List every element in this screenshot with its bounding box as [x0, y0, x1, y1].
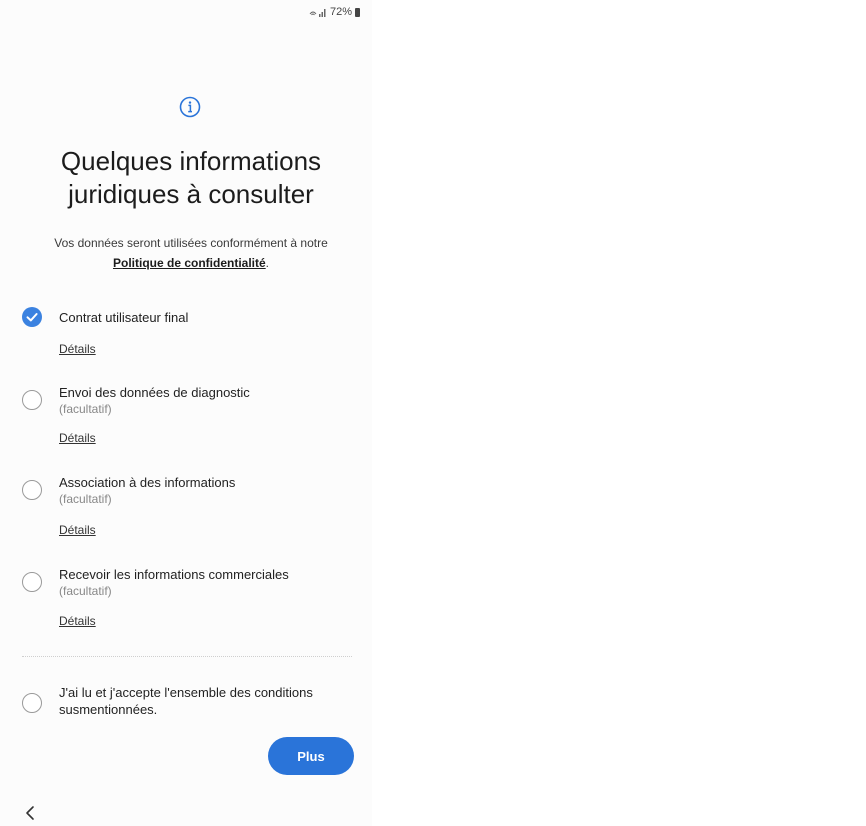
- association-label: Association à des informations: [59, 475, 236, 490]
- chevron-left-icon[interactable]: [22, 804, 38, 822]
- accept-all-checkbox[interactable]: [22, 693, 42, 713]
- association-details-link[interactable]: Détails: [59, 523, 96, 537]
- intro-text-before: Vos données seront utilisées conformémen…: [54, 236, 328, 250]
- consent-item-eula[interactable]: Contrat utilisateur final Détails: [22, 307, 352, 357]
- status-bar: 72%: [309, 6, 360, 18]
- intro-text-after: .: [265, 256, 270, 270]
- association-optional-note: (facultatif): [59, 492, 112, 506]
- checkmark-icon: [26, 313, 38, 322]
- consent-item-marketing[interactable]: Recevoir les informations commerciales (…: [22, 566, 352, 631]
- marketing-checkbox[interactable]: [22, 572, 42, 592]
- consent-item-diagnostic[interactable]: Envoi des données de diagnostic (faculta…: [22, 384, 352, 449]
- battery-icon: [355, 7, 360, 17]
- eula-details-link[interactable]: Détails: [59, 342, 96, 356]
- marketing-details-link[interactable]: Détails: [59, 614, 96, 628]
- association-checkbox[interactable]: [22, 480, 42, 500]
- signal-icon: [309, 9, 326, 17]
- info-icon: [179, 96, 201, 118]
- title-line-2: juridiques à consulter: [68, 179, 314, 209]
- divider: [22, 656, 352, 657]
- accept-all-label[interactable]: J'ai lu et j'accepte l'ensemble des cond…: [59, 684, 339, 718]
- diagnostic-checkbox[interactable]: [22, 390, 42, 410]
- diagnostic-label: Envoi des données de diagnostic: [59, 385, 250, 400]
- privacy-policy-link[interactable]: Politique de confidentialité: [113, 256, 266, 270]
- setup-screen: 72% Quelques informations juridiques à c…: [0, 0, 372, 826]
- marketing-optional-note: (facultatif): [59, 584, 112, 598]
- marketing-label: Recevoir les informations commerciales: [59, 567, 289, 582]
- diagnostic-details-link[interactable]: Détails: [59, 431, 96, 445]
- battery-percentage: 72%: [329, 6, 352, 18]
- intro-text: Vos données seront utilisées conformémen…: [28, 233, 354, 273]
- consent-item-association[interactable]: Association à des informations (facultat…: [22, 474, 352, 539]
- page-title: Quelques informations juridiques à consu…: [20, 145, 362, 211]
- diagnostic-optional-note: (facultatif): [59, 402, 112, 416]
- eula-checkbox[interactable]: [22, 307, 42, 327]
- plus-button[interactable]: Plus: [268, 737, 354, 775]
- eula-label: Contrat utilisateur final: [59, 310, 189, 325]
- title-line-1: Quelques informations: [60, 146, 322, 176]
